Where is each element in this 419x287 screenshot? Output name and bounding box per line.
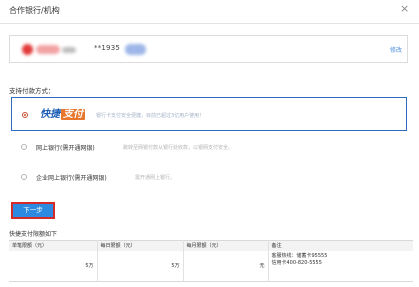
netbank-description: 跳转至网银付款从银行处收款，以银网支付安全。	[123, 145, 234, 151]
payment-methods-title: 支持付款方式：	[9, 87, 55, 95]
dialog-title: 合作银行/机构	[9, 6, 60, 15]
limits-header-daily: 每日限额（元）	[97, 240, 184, 251]
card-badge-blurred	[125, 44, 146, 55]
limits-table: 单笔限额（元） 每日限额（元） 每月限额（元） 备注 5万 5万 无 客服热线：…	[9, 240, 413, 282]
next-step-button[interactable]: 下一步	[11, 202, 55, 219]
limit-monthly-value: 无	[183, 251, 269, 282]
limits-header-note: 备注	[268, 240, 413, 251]
corporate-netbank-radio[interactable]	[21, 174, 27, 180]
close-icon[interactable]: ×	[400, 3, 409, 14]
note-credit-card-hotline: 信用卡400-820-5555	[271, 260, 322, 266]
table-row: 5万 5万 无 客服热线：储蓄卡95555 信用卡400-820-5555	[9, 251, 413, 282]
netbank-label: 网上银行(需开通网银)	[36, 145, 95, 152]
corporate-netbank-description: 需开通网上银行。	[135, 175, 176, 181]
bank-name-blurred	[36, 45, 60, 54]
card-number: **1935	[94, 44, 121, 52]
card-type-blurred	[62, 47, 76, 53]
payment-option-netbank[interactable]: 网上银行(需开通网银) 跳转至网银付款从银行处收款，以银网支付安全。	[11, 140, 407, 154]
netbank-radio[interactable]	[21, 144, 27, 150]
limits-title: 快捷支付限额如下	[9, 231, 58, 238]
quickpay-logo: 快捷 支付	[40, 109, 85, 120]
payment-option-corporate-netbank[interactable]: 企业网上银行(需开通网银) 需开通网上银行。	[11, 170, 407, 184]
header-divider	[0, 23, 419, 24]
selected-bank-card: **1935 修改	[9, 35, 408, 63]
quickpay-description: 银行卡支付安全便捷，目前已超过3亿用户使用！	[96, 113, 205, 119]
limits-header-single: 单笔限额（元）	[9, 240, 98, 251]
limit-single-value: 5万	[9, 251, 98, 282]
modify-card-link[interactable]: 修改	[390, 45, 402, 54]
quickpay-radio[interactable]	[22, 112, 28, 118]
limits-header-row: 单笔限额（元） 每日限额（元） 每月限额（元） 备注	[9, 240, 413, 251]
corporate-netbank-label: 企业网上银行(需开通网银)	[36, 175, 107, 182]
limit-daily-value: 5万	[97, 251, 184, 282]
limit-note-cell: 客服热线：储蓄卡95555 信用卡400-820-5555	[268, 251, 413, 282]
bank-logo-icon	[22, 44, 33, 55]
limits-header-monthly: 每月限额（元）	[183, 240, 269, 251]
payment-option-quickpay[interactable]: 快捷 支付 银行卡支付安全便捷，目前已超过3亿用户使用！	[11, 97, 407, 131]
note-service-hotline: 客服热线：储蓄卡95555	[271, 253, 328, 259]
